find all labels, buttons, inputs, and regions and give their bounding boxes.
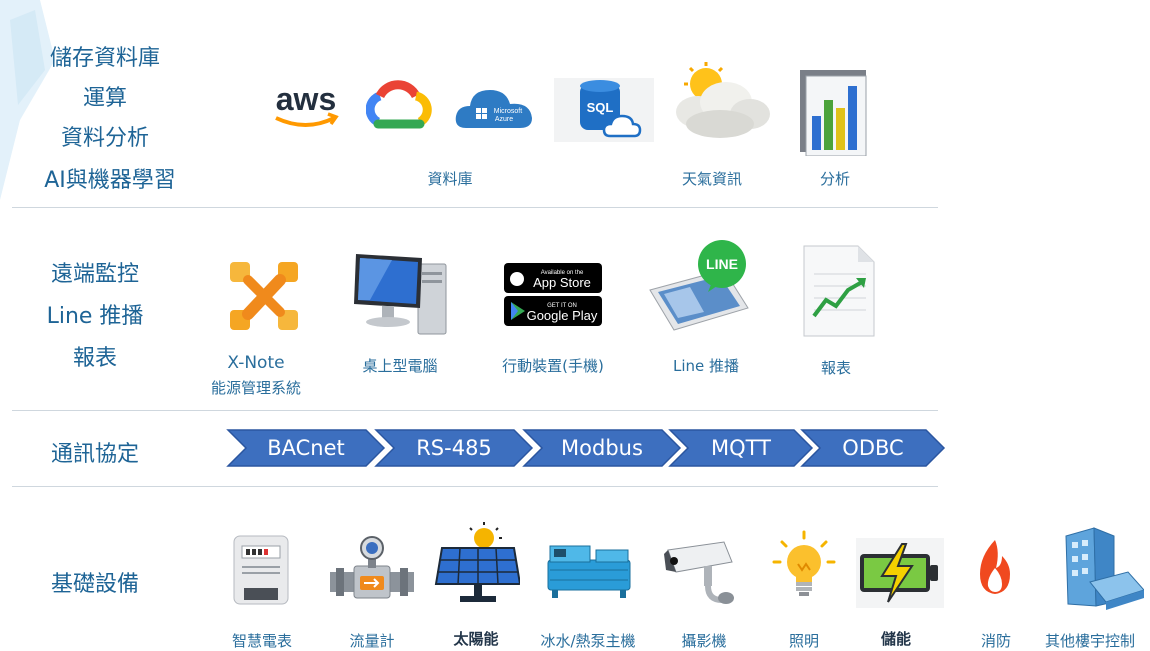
energy-storage-battery-icon (856, 538, 944, 608)
protocol-label-bacnet: BACnet (267, 436, 345, 460)
azure-text1: Microsoft (494, 108, 522, 115)
app-store-badge-button[interactable]: Available on the App Store (504, 263, 602, 293)
caption-analysis: 分析 (819, 170, 850, 188)
chiller-unit-icon (546, 538, 632, 600)
caption-desktop: 桌上型電腦 (362, 357, 438, 375)
label-infrastructure: 基礎設備 (50, 572, 139, 597)
caption-weather: 天氣資訊 (681, 170, 742, 188)
caption-report: 報表 (820, 359, 851, 377)
sql-text: SQL (587, 100, 614, 115)
caption-mobile: 行動裝置(手機) (502, 357, 604, 375)
caption-flow-meter: 流量計 (349, 632, 395, 650)
label-data-analysis: 資料分析 (60, 126, 149, 151)
caption-database: 資料庫 (427, 170, 473, 188)
label-report: 報表 (72, 346, 117, 371)
protocol-label-modbus: Modbus (561, 436, 643, 460)
caption-other-building: 其他樓宇控制 (1044, 632, 1135, 650)
app-store-text: App Store (533, 275, 591, 290)
caption-camera: 攝影機 (681, 632, 727, 650)
protocol-chevron-mqtt: MQTT (668, 428, 814, 468)
protocol-chevron-bacnet: BACnet (226, 428, 386, 468)
solar-panel-icon (434, 522, 522, 606)
caption-chiller: 冰水/熱泵主機 (540, 632, 636, 650)
caption-ems: 能源管理系統 (210, 379, 301, 397)
protocol-chevron-rs485: RS-485 (374, 428, 534, 468)
google-play-badge-button[interactable]: GET IT ON Google Play (504, 296, 602, 326)
report-chart-icon (802, 244, 876, 338)
building-control-icon (1060, 526, 1145, 610)
aws-icon: aws (268, 80, 344, 132)
sql-database-icon: SQL (554, 78, 654, 142)
caption-line-push: Line 推播 (672, 357, 740, 375)
line-badge-text: LINE (706, 256, 738, 272)
flow-meter-icon (330, 536, 414, 602)
caption-lighting: 照明 (788, 632, 819, 650)
protocol-label-mqtt: MQTT (711, 436, 771, 460)
aws-text: aws (276, 81, 336, 117)
caption-solar: 太陽能 (453, 630, 499, 648)
label-protocol: 通訊協定 (50, 442, 139, 467)
label-remote-monitor: 遠端監控 (50, 262, 139, 287)
desktop-computer-icon (352, 250, 456, 336)
label-line-push: Line 推播 (46, 304, 144, 329)
caption-xnote: X-Note (227, 353, 285, 373)
protocol-label-rs485: RS-485 (416, 436, 492, 460)
caption-fire: 消防 (980, 632, 1011, 650)
caption-energy-storage: 儲能 (880, 630, 911, 648)
light-bulb-icon (772, 530, 836, 604)
smart-meter-icon (232, 534, 290, 606)
label-ai-ml: AI與機器學習 (44, 168, 176, 193)
divider-1 (12, 207, 938, 208)
security-camera-icon (664, 540, 740, 606)
phone-line-icon: LINE (644, 238, 754, 338)
azure-icon: Microsoft Azure (452, 82, 536, 134)
label-compute: 運算 (82, 86, 127, 111)
label-storage-db: 儲存資料庫 (49, 46, 160, 71)
caption-smart-meter: 智慧電表 (231, 632, 292, 650)
divider-2 (12, 410, 938, 411)
weather-cloud-sun-icon (668, 62, 774, 142)
google-cloud-icon (365, 80, 432, 136)
protocol-label-odbc: ODBC (842, 436, 904, 460)
protocol-chevron-odbc: ODBC (800, 428, 946, 468)
divider-3 (12, 486, 938, 487)
x-note-logo-icon (226, 258, 302, 334)
analysis-bar-chart-icon (800, 70, 872, 157)
azure-text2: Azure (495, 116, 513, 123)
fire-icon (974, 538, 1016, 596)
protocol-chevron-modbus: Modbus (522, 428, 682, 468)
google-play-text: Google Play (527, 308, 598, 323)
